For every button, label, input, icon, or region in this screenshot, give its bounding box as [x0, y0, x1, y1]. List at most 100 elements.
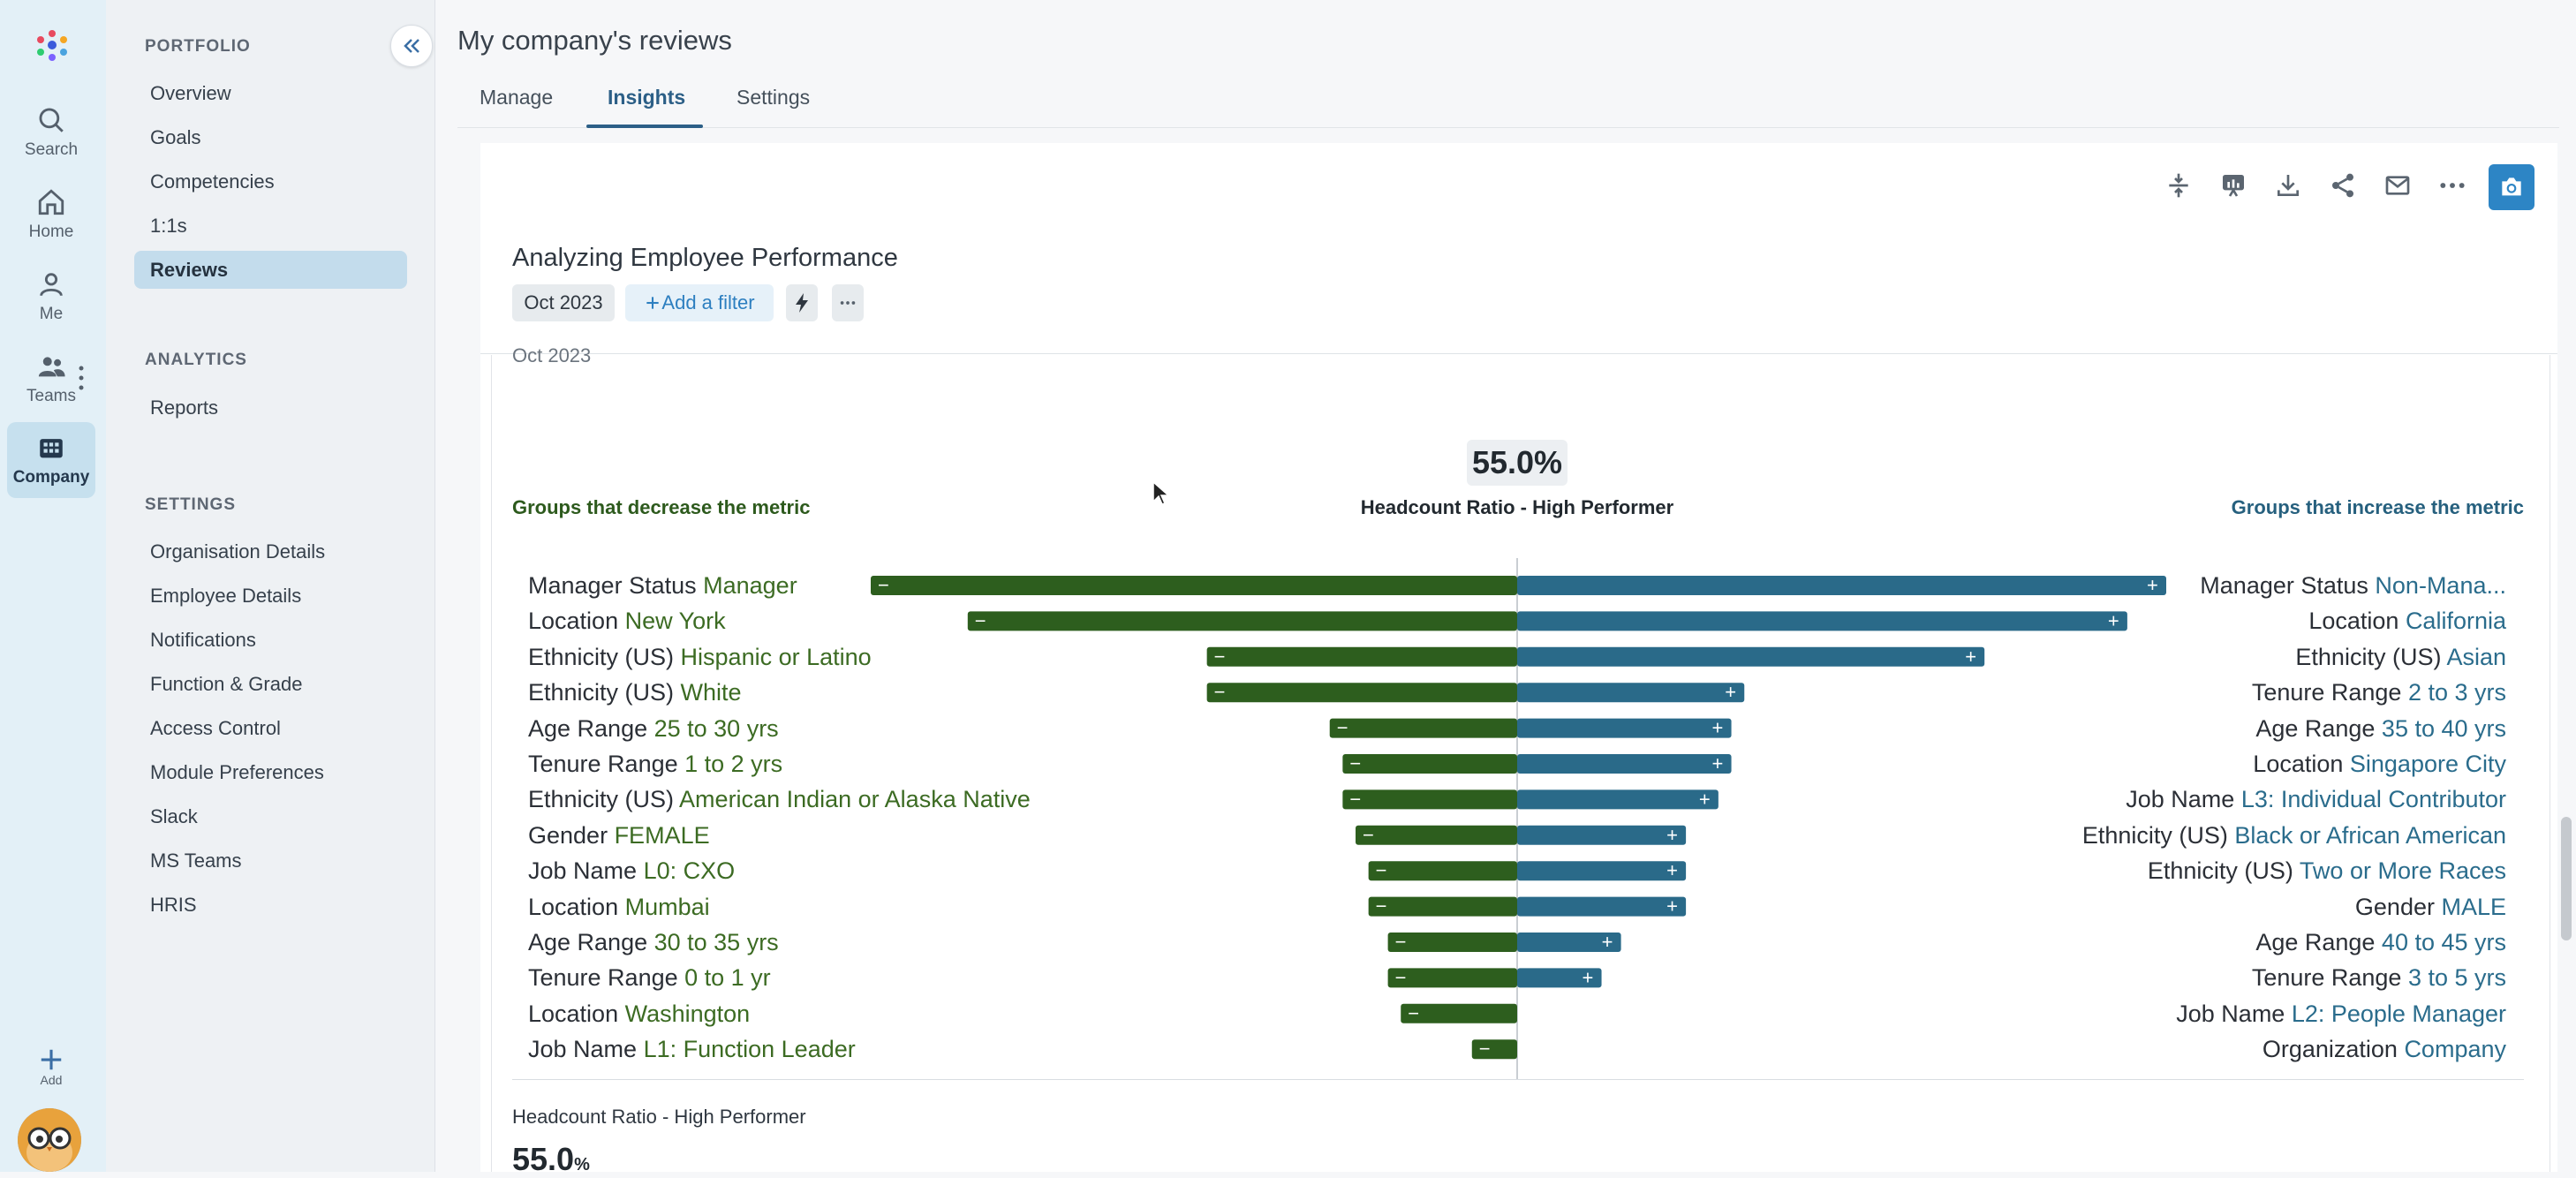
- increase-bar-8[interactable]: +: [1517, 859, 1687, 881]
- increase-row-label[interactable]: Organization Company: [1890, 1035, 2506, 1063]
- increase-bar-rect-8[interactable]: [1517, 861, 1687, 881]
- decrease-bar-rect-11[interactable]: [1387, 968, 1517, 988]
- avatar[interactable]: [18, 1108, 81, 1172]
- decrease-row-label[interactable]: Age Range 30 to 35 yrs: [528, 928, 779, 956]
- rail-company[interactable]: Company: [7, 422, 95, 498]
- decrease-bar-rect-2[interactable]: [1206, 646, 1517, 667]
- sidebar-item-function-grade[interactable]: Function & Grade: [134, 665, 407, 703]
- decrease-row-label[interactable]: Location Mumbai: [528, 893, 710, 921]
- decrease-row-label[interactable]: Manager Status Manager: [528, 571, 797, 600]
- decrease-bar-2[interactable]: −: [1206, 646, 1517, 668]
- decrease-bar-rect-10[interactable]: [1387, 933, 1517, 952]
- filter-more-button[interactable]: [832, 284, 864, 321]
- tab-manage[interactable]: Manage: [480, 86, 553, 109]
- decrease-row-label[interactable]: Ethnicity (US) White: [528, 678, 742, 706]
- decrease-bar-12[interactable]: −: [1401, 1002, 1517, 1024]
- decrease-bar-rect-0[interactable]: [871, 576, 1517, 595]
- increase-bar-rect-5[interactable]: [1517, 754, 1732, 774]
- decrease-bar-1[interactable]: −: [967, 609, 1517, 631]
- increase-bar-5[interactable]: +: [1517, 752, 1732, 774]
- add-filter-button[interactable]: Add a filter: [625, 284, 774, 321]
- sidebar-item-overview[interactable]: Overview: [134, 74, 407, 112]
- sidebar-item-reviews[interactable]: Reviews: [134, 251, 407, 289]
- decrease-row-label[interactable]: Tenure Range 1 to 2 yrs: [528, 750, 782, 778]
- rail-home[interactable]: Home: [7, 179, 95, 250]
- increase-bar-3[interactable]: +: [1517, 681, 1745, 703]
- tab-insights[interactable]: Insights: [608, 86, 685, 109]
- rail-me[interactable]: Me: [7, 261, 95, 332]
- decrease-row-label[interactable]: Gender FEMALE: [528, 821, 710, 850]
- decrease-bar-7[interactable]: −: [1356, 824, 1517, 846]
- increase-row-label[interactable]: Tenure Range 3 to 5 yrs: [1890, 963, 2506, 992]
- decrease-bar-13[interactable]: −: [1471, 1038, 1517, 1060]
- increase-bar-rect-4[interactable]: [1517, 718, 1732, 738]
- decrease-bar-6[interactable]: −: [1342, 788, 1517, 810]
- decrease-row-label[interactable]: Ethnicity (US) Hispanic or Latino: [528, 643, 872, 671]
- increase-row-label[interactable]: Job Name L2: People Manager: [1890, 1000, 2506, 1028]
- decrease-bar-10[interactable]: −: [1387, 931, 1517, 953]
- increase-row-label[interactable]: Job Name L3: Individual Contributor: [1890, 785, 2506, 813]
- sidebar-item-competencies[interactable]: Competencies: [134, 162, 407, 200]
- decrease-bar-0[interactable]: −: [871, 574, 1517, 596]
- increase-row-label[interactable]: Location California: [1890, 607, 2506, 635]
- decrease-row-label[interactable]: Location New York: [528, 607, 726, 635]
- collapse-sidebar-button[interactable]: [390, 25, 433, 67]
- increase-row-label[interactable]: Age Range 35 to 40 yrs: [1890, 714, 2506, 743]
- decrease-bar-4[interactable]: −: [1329, 717, 1517, 739]
- more-options-button[interactable]: [2431, 164, 2474, 207]
- sidebar-item-notifications[interactable]: Notifications: [134, 621, 407, 659]
- decrease-bar-rect-7[interactable]: [1356, 825, 1517, 845]
- sidebar-item-slack[interactable]: Slack: [134, 797, 407, 835]
- decrease-bar-rect-3[interactable]: [1206, 683, 1517, 703]
- sidebar-item-one-on-ones[interactable]: 1:1s: [134, 207, 407, 245]
- increase-row-label[interactable]: Location Singapore City: [1890, 750, 2506, 778]
- decrease-row-label[interactable]: Job Name L1: Function Leader: [528, 1035, 856, 1063]
- decrease-row-label[interactable]: Ethnicity (US) American Indian or Alaska…: [528, 785, 1031, 813]
- present-button[interactable]: [2212, 164, 2255, 207]
- increase-row-label[interactable]: Manager Status Non-Mana...: [1890, 571, 2506, 600]
- sidebar-item-goals[interactable]: Goals: [134, 118, 407, 156]
- date-filter-chip[interactable]: Oct 2023: [512, 284, 615, 321]
- sidebar-item-employee-details[interactable]: Employee Details: [134, 577, 407, 615]
- increase-bar-rect-3[interactable]: [1517, 683, 1745, 703]
- vertical-dots-icon[interactable]: [76, 365, 87, 391]
- decrease-row-label[interactable]: Tenure Range 0 to 1 yr: [528, 963, 771, 992]
- increase-bar-10[interactable]: +: [1517, 931, 1621, 953]
- decrease-bar-rect-1[interactable]: [967, 611, 1517, 631]
- increase-row-label[interactable]: Ethnicity (US) Asian: [1890, 643, 2506, 671]
- increase-bar-rect-9[interactable]: [1517, 896, 1687, 917]
- increase-bar-4[interactable]: +: [1517, 717, 1732, 739]
- decrease-bar-rect-4[interactable]: [1329, 718, 1517, 738]
- decrease-bar-rect-5[interactable]: [1342, 754, 1517, 774]
- email-button[interactable]: [2376, 164, 2419, 207]
- sidebar-item-reports[interactable]: Reports: [134, 389, 407, 427]
- app-logo-icon[interactable]: [34, 26, 71, 64]
- decrease-bar-5[interactable]: −: [1342, 752, 1517, 774]
- increase-bar-rect-6[interactable]: [1517, 789, 1719, 810]
- decrease-bar-9[interactable]: −: [1368, 895, 1517, 917]
- sidebar-item-hris[interactable]: HRIS: [134, 886, 407, 924]
- rail-search[interactable]: Search: [7, 97, 95, 168]
- decrease-bar-rect-6[interactable]: [1342, 789, 1517, 810]
- decrease-row-label[interactable]: Job Name L0: CXO: [528, 857, 735, 885]
- decrease-row-label[interactable]: Age Range 25 to 30 yrs: [528, 714, 779, 743]
- decrease-row-label[interactable]: Location Washington: [528, 1000, 750, 1028]
- page-scrollbar[interactable]: [2561, 817, 2572, 940]
- increase-bar-7[interactable]: +: [1517, 824, 1687, 846]
- snapshot-button[interactable]: [2489, 164, 2534, 210]
- download-button[interactable]: [2267, 164, 2309, 207]
- increase-row-label[interactable]: Age Range 40 to 45 yrs: [1890, 928, 2506, 956]
- sidebar-item-access-control[interactable]: Access Control: [134, 709, 407, 747]
- collapse-vertical-button[interactable]: [2157, 164, 2200, 207]
- decrease-bar-3[interactable]: −: [1206, 681, 1517, 703]
- decrease-bar-11[interactable]: −: [1387, 966, 1517, 988]
- increase-row-label[interactable]: Ethnicity (US) Black or African American: [1890, 821, 2506, 850]
- share-button[interactable]: [2322, 164, 2364, 207]
- increase-bar-11[interactable]: +: [1517, 966, 1602, 988]
- sidebar-item-organisation-details[interactable]: Organisation Details: [134, 532, 407, 570]
- sidebar-item-module-preferences[interactable]: Module Preferences: [134, 753, 407, 791]
- rail-add-button[interactable]: Add: [26, 1046, 76, 1096]
- increase-row-label[interactable]: Tenure Range 2 to 3 yrs: [1890, 678, 2506, 706]
- increase-bar-6[interactable]: +: [1517, 788, 1719, 810]
- quick-action-button[interactable]: [786, 284, 818, 321]
